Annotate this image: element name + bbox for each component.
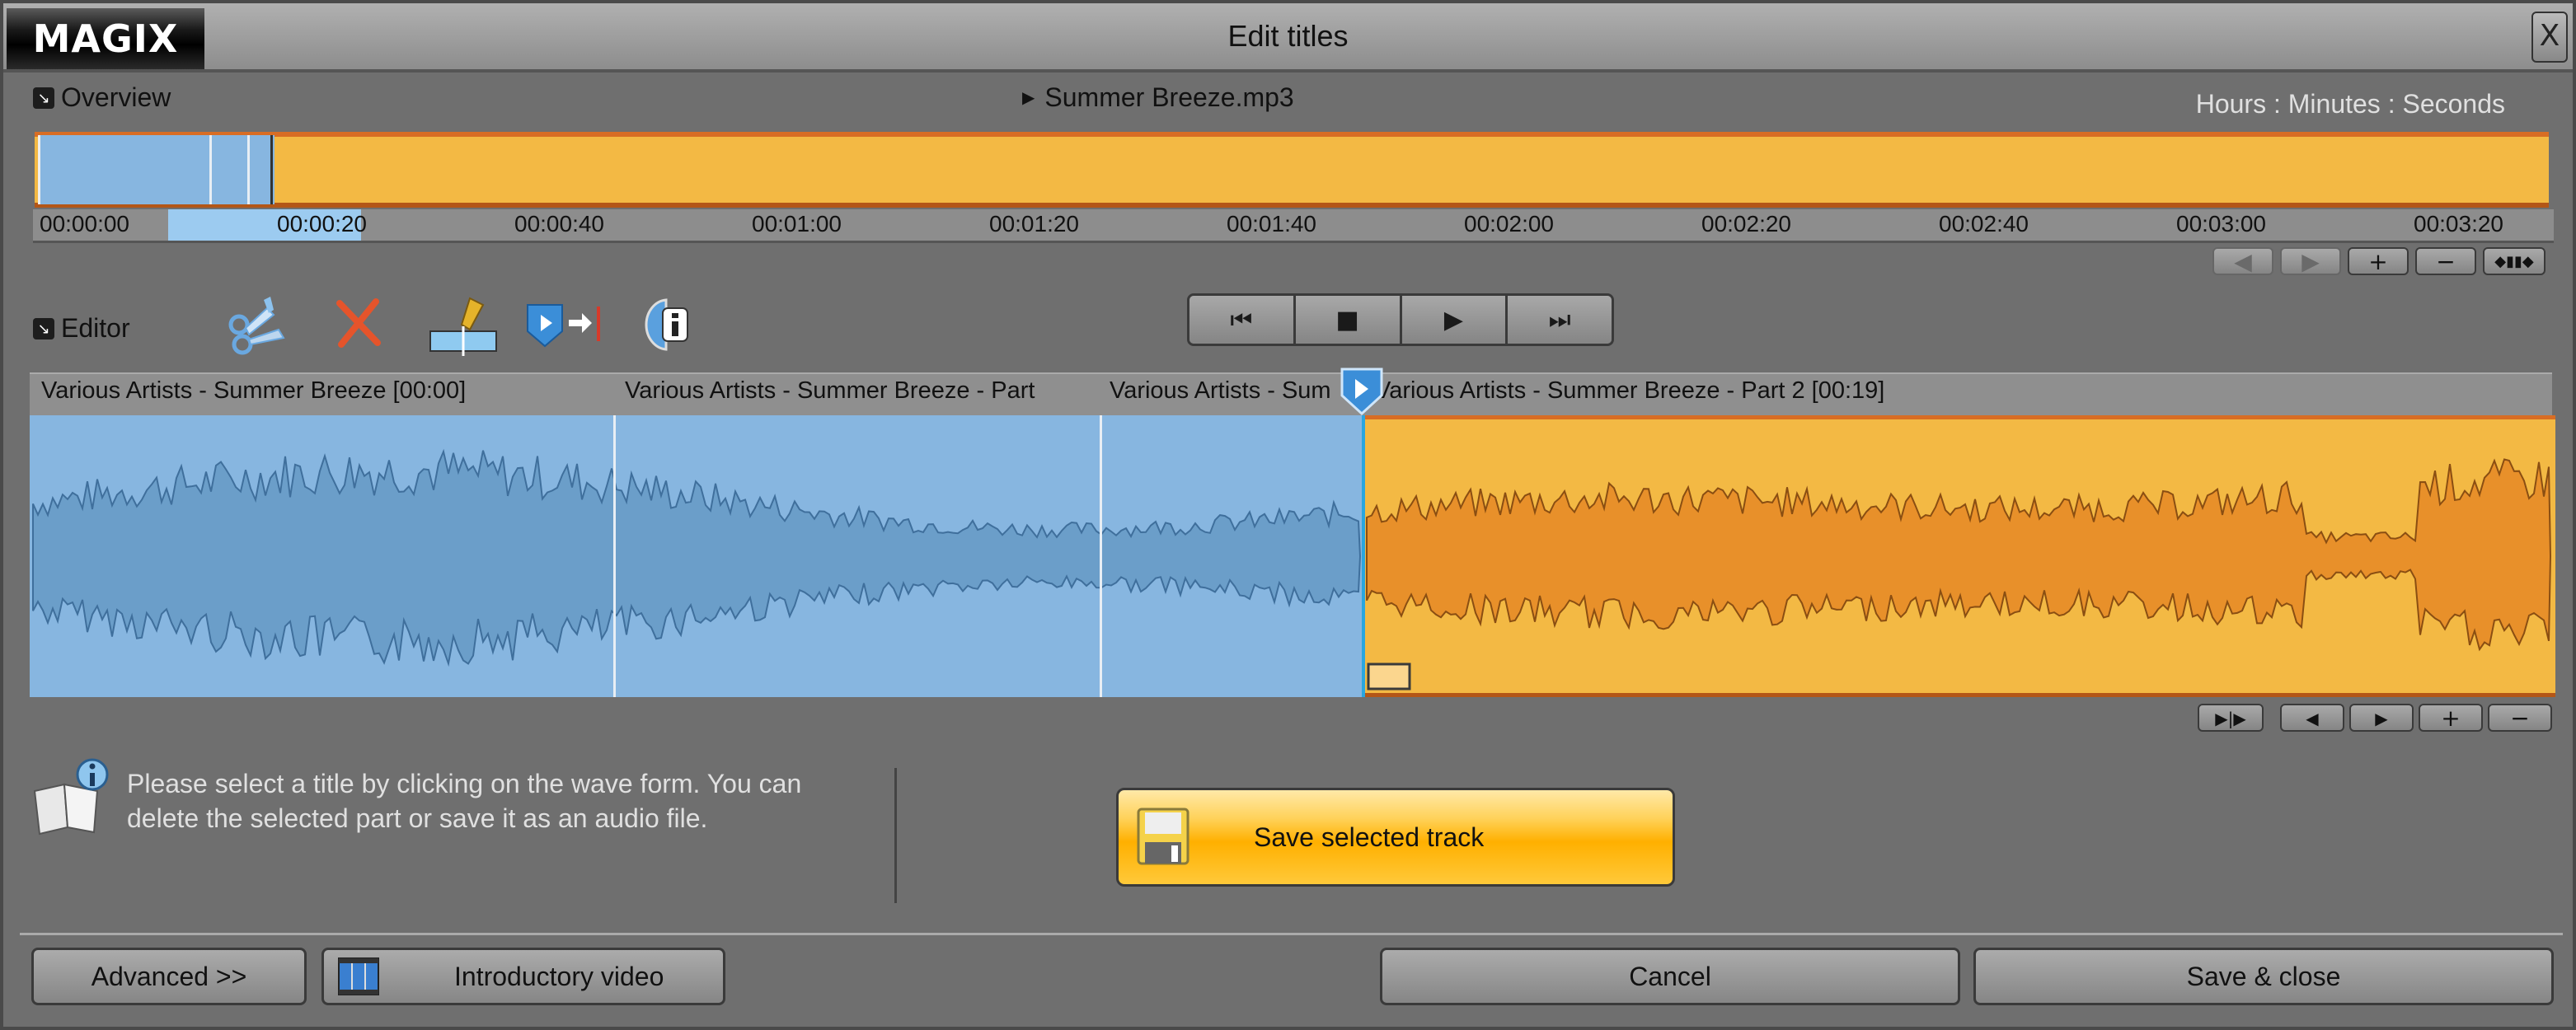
stop-button[interactable]: ■ (1295, 296, 1402, 344)
title-bar: MAGIX Edit titles X (3, 3, 2573, 73)
timeline-tick-label: 00:02:40 (1939, 211, 2029, 236)
timeline-tick-label: 00:00:40 (514, 211, 604, 236)
advanced-button[interactable]: Advanced >> (31, 948, 307, 1005)
play-button[interactable]: ▶ (1401, 296, 1509, 344)
save-selected-track-label: Save selected track (1254, 822, 1485, 852)
film-strip-icon (338, 957, 379, 995)
time-format-label: Hours : Minutes : Seconds (2195, 89, 2505, 119)
help-book-info-icon (33, 758, 109, 836)
overview-zoom-in-button[interactable]: + (2348, 247, 2409, 275)
overview-part-divider (247, 135, 250, 204)
overview-fit-button[interactable]: ◆▮▮◆ (2483, 247, 2546, 275)
close-button[interactable]: X (2531, 12, 2568, 63)
overview-track-unselected[interactable] (38, 135, 274, 204)
timeline-tick-label: 00:02:00 (1464, 211, 1554, 236)
overview-label: Overview (61, 82, 171, 112)
part-label[interactable]: Various Artists - Sum (1110, 377, 1377, 405)
vertical-divider (894, 768, 897, 903)
editor-label: Editor (61, 313, 130, 343)
rename-icon[interactable] (425, 292, 500, 358)
waveform-editor[interactable] (30, 415, 2555, 697)
overview-zoom-out-button[interactable]: − (2415, 247, 2476, 275)
previous-part-button[interactable]: ◀ (2280, 704, 2344, 732)
track-info-icon[interactable] (633, 292, 707, 358)
part-divider[interactable] (613, 415, 616, 697)
window-title: Edit titles (1227, 19, 1349, 53)
introductory-video-label: Introductory video (454, 961, 664, 991)
part-divider[interactable] (1100, 415, 1102, 697)
timeline-tick-label: 00:03:20 (2414, 211, 2503, 236)
timeline-tick-label: 00:00:00 (40, 211, 129, 236)
introductory-video-button[interactable]: Introductory video (321, 948, 725, 1005)
scissors-icon[interactable] (219, 292, 293, 358)
part-handle[interactable] (1367, 662, 1411, 691)
timeline-tick-label: 00:01:20 (989, 211, 1079, 236)
editor-toggle[interactable]: ↘ Editor (33, 313, 130, 344)
overview-track-selected[interactable] (35, 132, 2549, 208)
info-text: Please select a title by clicking on the… (127, 769, 802, 833)
overview-toggle[interactable]: ↘ Overview (33, 82, 171, 113)
playhead-line (1362, 415, 1365, 697)
save-and-close-button[interactable]: Save & close (1973, 948, 2554, 1005)
collapse-icon: ↘ (33, 87, 54, 109)
part-label-selected[interactable]: Various Artists - Summer Breeze - Part 2… (1375, 377, 1884, 405)
cancel-button[interactable]: Cancel (1380, 948, 1960, 1005)
timeline-tick-label: 00:01:00 (752, 211, 842, 236)
part-label[interactable]: Various Artists - Summer Breeze - Part (625, 377, 1035, 405)
part-label[interactable]: Various Artists - Summer Breeze [00:00] (41, 377, 466, 405)
part-labels-bar: Various Artists - Summer Breeze [00:00] … (30, 372, 2552, 417)
overview-scroll-right-button[interactable]: ▶ (2280, 247, 2341, 275)
edit-titles-dialog: MAGIX Edit titles X ↘ Overview ▶ Summer … (0, 0, 2576, 1030)
playhead-marker-icon[interactable] (1339, 366, 1385, 417)
editor-zoom-out-button[interactable]: − (2488, 704, 2552, 732)
floppy-disk-icon (1137, 808, 1189, 865)
collapse-icon: ↘ (33, 317, 54, 339)
overview-part-divider (209, 135, 212, 204)
rewind-button[interactable]: ⏮ (1189, 296, 1296, 344)
overview-scroll-left-button[interactable]: ◀ (2212, 247, 2273, 275)
transport-controls: ⏮ ■ ▶ ⏭ (1187, 293, 1614, 346)
save-selected-track-button[interactable]: Save selected track (1116, 788, 1675, 887)
file-name: ▶ Summer Breeze.mp3 (1022, 82, 1294, 113)
play-arrow-icon: ▶ (1022, 89, 1035, 107)
delete-icon[interactable] (321, 292, 396, 358)
timeline-tick-label: 00:03:00 (2176, 211, 2266, 236)
overview-selection-edge (270, 135, 273, 204)
next-part-button[interactable]: ▶ (2349, 704, 2414, 732)
selection-top-border (1363, 415, 2555, 419)
footer-divider (20, 933, 2563, 935)
split-button[interactable]: ▶|▶ (2198, 704, 2264, 732)
editor-zoom-in-button[interactable]: + (2419, 704, 2483, 732)
selection-bottom-border (1363, 693, 2555, 697)
fast-forward-button[interactable]: ⏭ (1508, 296, 1612, 344)
timeline-tick-label: 00:00:20 (277, 211, 367, 236)
timeline-tick-label: 00:01:40 (1227, 211, 1316, 236)
marker-to-end-icon[interactable] (524, 292, 607, 358)
timeline-tick-label: 00:02:20 (1701, 211, 1791, 236)
file-name-text: Summer Breeze.mp3 (1044, 82, 1294, 112)
